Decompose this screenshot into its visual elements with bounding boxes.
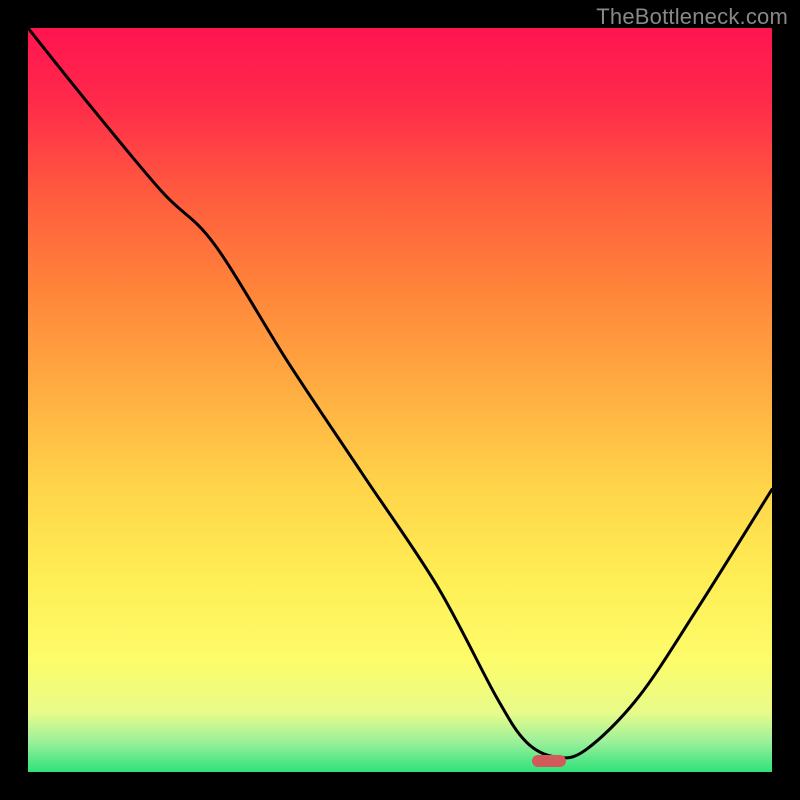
- optimal-point-marker: [532, 755, 566, 767]
- plot-area: [28, 28, 772, 772]
- chart-frame: TheBottleneck.com: [0, 0, 800, 800]
- bottleneck-curve: [28, 28, 772, 772]
- watermark-text: TheBottleneck.com: [596, 4, 788, 30]
